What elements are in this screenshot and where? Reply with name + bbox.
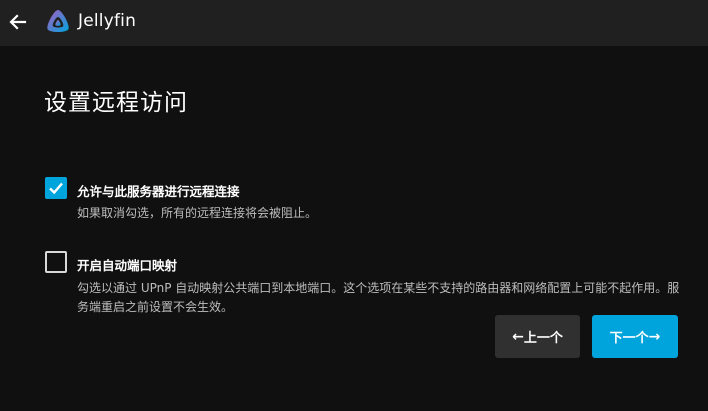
upnp-port-mapping-label[interactable]: 开启自动端口映射: [77, 255, 177, 274]
checkmark-icon: [49, 182, 63, 195]
back-button[interactable]: [4, 8, 32, 36]
app-title[interactable]: Jellyfin: [78, 11, 136, 31]
jellyfin-logo-icon[interactable]: [44, 8, 72, 36]
arrow-left-icon: [9, 14, 27, 30]
previous-button-label: 上一个: [523, 331, 563, 346]
arrow-left-icon: ←: [512, 328, 524, 345]
upnp-port-mapping-description: 勾选以通过 UPnP 自动映射公共端口到本地端口。这个选项在某些不支持的路由器和…: [77, 281, 680, 314]
next-button[interactable]: 下一个 →: [592, 315, 678, 358]
next-button-label: 下一个: [609, 331, 649, 346]
remote-access-description: 如果取消勾选，所有的远程连接将会被阻止。: [77, 206, 318, 220]
remote-access-checkbox[interactable]: [45, 177, 67, 199]
previous-button[interactable]: ← 上一个: [495, 315, 580, 358]
top-bar: Jellyfin: [0, 0, 708, 46]
upnp-port-mapping-checkbox[interactable]: [45, 251, 67, 273]
remote-access-label[interactable]: 允许与此服务器进行远程连接: [77, 181, 240, 200]
arrow-right-icon: →: [648, 328, 661, 345]
page-title: 设置远程访问: [44, 90, 188, 116]
